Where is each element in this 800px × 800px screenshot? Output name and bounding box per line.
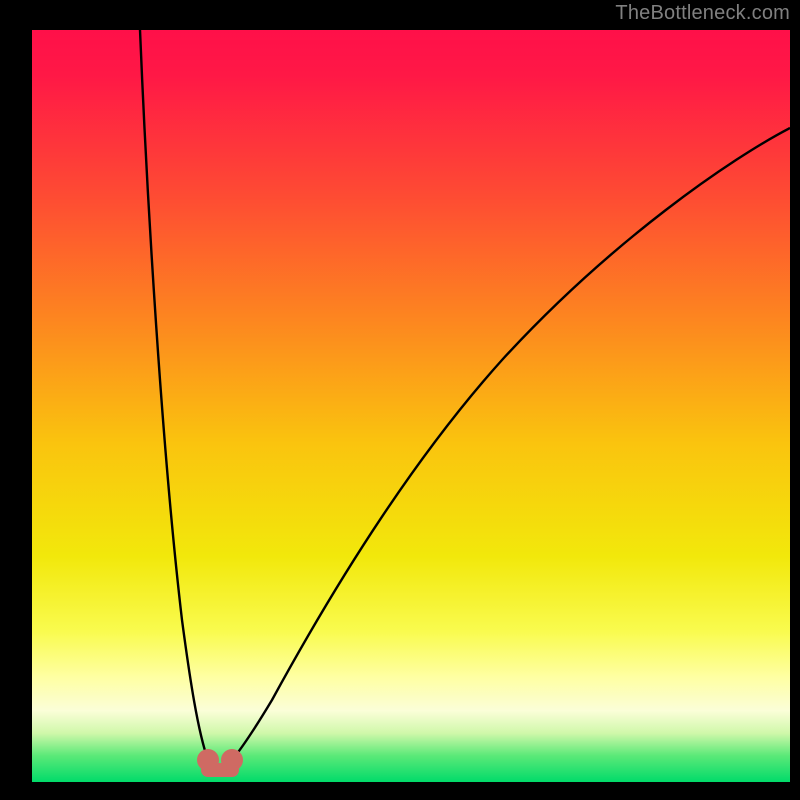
- plot-svg: [32, 30, 790, 782]
- trough-marker-right: [221, 749, 243, 771]
- plot-area: [32, 30, 790, 782]
- chart-frame: TheBottleneck.com: [0, 0, 800, 800]
- watermark-label: TheBottleneck.com: [615, 2, 790, 25]
- trough-marker-left: [197, 749, 219, 771]
